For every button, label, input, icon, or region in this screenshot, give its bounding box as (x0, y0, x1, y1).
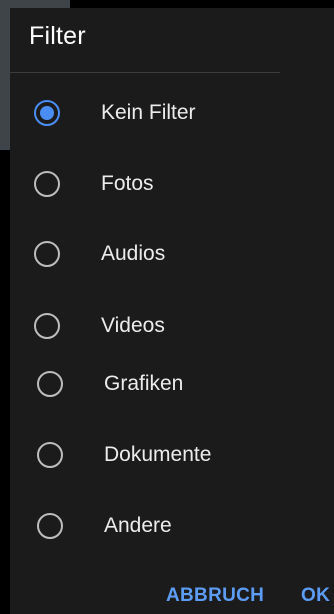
filter-dialog: Filter Kein Filter Fotos Audios Videos G… (10, 8, 334, 614)
filter-option-grafiken[interactable]: Grafiken (10, 358, 310, 410)
radio-checked-icon[interactable] (34, 100, 60, 126)
filter-option-label: Fotos (101, 172, 154, 195)
filter-option-kein-filter[interactable]: Kein Filter (10, 87, 310, 139)
filter-option-label: Andere (104, 514, 172, 537)
filter-option-audios[interactable]: Audios (10, 228, 310, 280)
dialog-title: Filter (29, 22, 86, 50)
filter-option-label: Grafiken (104, 372, 184, 395)
filter-option-label: Kein Filter (101, 101, 196, 124)
filter-option-label: Videos (101, 314, 165, 337)
radio-unchecked-icon[interactable] (34, 313, 60, 339)
screen: Filter Kein Filter Fotos Audios Videos G… (0, 0, 334, 614)
filter-option-fotos[interactable]: Fotos (10, 158, 310, 210)
radio-unchecked-icon[interactable] (37, 371, 63, 397)
filter-option-label: Dokumente (104, 443, 212, 466)
cancel-button[interactable]: ABBRUCH (166, 584, 264, 608)
filter-option-andere[interactable]: Andere (10, 500, 310, 552)
radio-unchecked-icon[interactable] (37, 442, 63, 468)
ok-button[interactable]: OK (301, 584, 330, 608)
title-divider (10, 72, 280, 73)
radio-unchecked-icon[interactable] (34, 241, 60, 267)
radio-dot-icon (40, 106, 54, 120)
filter-option-label: Audios (101, 242, 166, 265)
filter-option-dokumente[interactable]: Dokumente (10, 429, 310, 481)
radio-unchecked-icon[interactable] (34, 171, 60, 197)
radio-unchecked-icon[interactable] (37, 513, 63, 539)
filter-option-videos[interactable]: Videos (10, 300, 310, 352)
